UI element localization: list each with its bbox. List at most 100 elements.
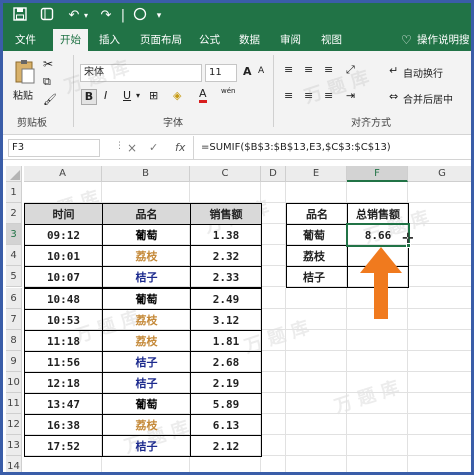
paste-icon[interactable] [13,59,37,88]
cell-d5[interactable] [261,266,286,288]
tab-insert[interactable]: 插入 [99,29,120,51]
row-header-12[interactable]: 12 [6,414,22,436]
summary-product-cell[interactable]: 葡萄 [286,224,348,247]
sales-amount-cell[interactable]: 5.89 [190,393,262,416]
enter-button[interactable]: ✓ [149,141,158,154]
cell-g3[interactable] [408,224,471,246]
touch-mode-icon[interactable] [38,7,56,25]
grow-font-icon[interactable]: A [243,65,252,78]
cell-d1[interactable] [261,182,286,204]
cell-g1[interactable] [408,182,471,204]
underline-button[interactable]: U [123,89,131,102]
sales-amount-cell[interactable]: 2.49 [190,287,262,310]
time-cell[interactable]: 16:38 [24,414,103,437]
cell-f8[interactable] [347,329,408,351]
indent-icon[interactable]: ⇥ [346,89,355,102]
cut-icon[interactable]: ✂ [43,57,53,71]
name-box[interactable]: F3 [8,139,100,157]
shrink-font-icon[interactable]: A [258,66,264,76]
cell-f10[interactable] [347,371,408,393]
sales-amount-cell[interactable]: 2.68 [190,350,262,373]
cell-g11[interactable] [408,393,471,415]
cell-e1[interactable] [286,182,347,204]
time-cell[interactable]: 13:47 [24,393,103,416]
align-bottom-icon[interactable]: ≡ [324,63,333,76]
column-header-d[interactable]: D [261,166,286,182]
cell-g4[interactable] [408,245,471,267]
cell-f12[interactable] [347,414,408,436]
borders-icon[interactable]: ⊞ [149,89,158,102]
cell-a14[interactable] [24,456,102,472]
time-cell[interactable]: 12:18 [24,371,103,394]
cell-e8[interactable] [286,329,347,351]
undo-dropdown-icon[interactable]: ▾ [81,7,91,25]
summary-product-cell[interactable]: 桔子 [286,266,348,289]
product-name-cell[interactable]: 桔子 [102,266,191,289]
phonetic-guide-icon[interactable]: wén [221,87,235,95]
time-cell[interactable]: 17:52 [24,435,103,458]
cell-g12[interactable] [408,414,471,436]
cell-f1[interactable] [347,182,408,204]
cell-d11[interactable] [261,393,286,415]
cell-g13[interactable] [408,435,471,457]
cell-e6[interactable] [286,287,347,309]
sales-amount-cell[interactable]: 2.33 [190,266,262,289]
product-name-cell[interactable]: 桔子 [102,350,191,373]
align-right-icon[interactable]: ≡ [324,89,333,102]
wrap-text-icon[interactable]: ↵ [389,64,398,77]
column-header-g[interactable]: G [408,166,471,182]
product-name-cell[interactable]: 葡萄 [102,224,191,247]
cell-g2[interactable] [408,203,471,225]
orientation-icon[interactable]: ⤢ [346,63,355,77]
cell-c1[interactable] [190,182,261,204]
cell-e13[interactable] [286,435,347,457]
time-cell[interactable]: 11:18 [24,329,103,352]
row-header-9[interactable]: 9 [6,350,22,372]
cell-d14[interactable] [261,456,286,472]
bold-button[interactable]: B [81,89,97,105]
time-cell[interactable]: 09:12 [24,224,103,247]
formula-input[interactable]: =SUMIF($B$3:$B$13,E3,$C$3:$C$13) [201,142,391,153]
cell-b1[interactable] [102,182,190,204]
sales-amount-cell[interactable]: 1.38 [190,224,262,247]
cell-e12[interactable] [286,414,347,436]
customize-toolbar-icon[interactable]: ▾ [153,7,165,25]
align-left-icon[interactable]: ≡ [284,89,293,102]
underline-dropdown-icon[interactable]: ▾ [136,91,140,100]
merge-center-button[interactable]: 合并后居中 [403,91,453,106]
cell-d3[interactable] [261,224,286,246]
insert-function-button[interactable]: fx [175,141,185,154]
cell-g7[interactable] [408,309,471,330]
product-name-cell[interactable]: 荔枝 [102,245,191,268]
table-header-cell[interactable]: 时间 [24,203,103,226]
cell-d13[interactable] [261,435,286,457]
column-header-c[interactable]: C [190,166,261,182]
cell-d8[interactable] [261,329,286,351]
cancel-button[interactable]: × [127,141,137,155]
cell-g10[interactable] [408,372,471,393]
cell-d7[interactable] [261,308,286,330]
align-top-icon[interactable]: ≡ [284,63,293,76]
row-header-14[interactable]: 14 [6,456,22,472]
column-header-a[interactable]: A [24,166,102,182]
tab-view[interactable]: 视图 [321,29,342,51]
tab-page-layout[interactable]: 页面布局 [140,29,182,51]
column-header-e[interactable]: E [286,166,347,182]
tell-me-search[interactable]: 操作说明搜 [417,29,470,51]
summary-total-cell[interactable]: 8.66 [347,224,409,247]
cell-d12[interactable] [261,414,286,436]
cell-g9[interactable] [408,351,471,372]
time-cell[interactable]: 11:56 [24,350,103,373]
font-color-button[interactable]: A [199,88,207,103]
sales-amount-cell[interactable]: 2.19 [190,371,262,394]
time-cell[interactable]: 10:48 [24,287,103,310]
sales-amount-cell[interactable]: 2.12 [190,435,262,458]
summary-product-cell[interactable]: 荔枝 [286,245,348,268]
sales-amount-cell[interactable]: 6.13 [190,414,262,437]
tab-home[interactable]: 开始 [53,29,88,51]
time-cell[interactable]: 10:07 [24,266,103,289]
tab-review[interactable]: 审阅 [280,29,301,51]
product-name-cell[interactable]: 荔枝 [102,414,191,437]
sales-amount-cell[interactable]: 1.81 [190,329,262,352]
copy-icon[interactable]: ⧉ [43,75,51,89]
